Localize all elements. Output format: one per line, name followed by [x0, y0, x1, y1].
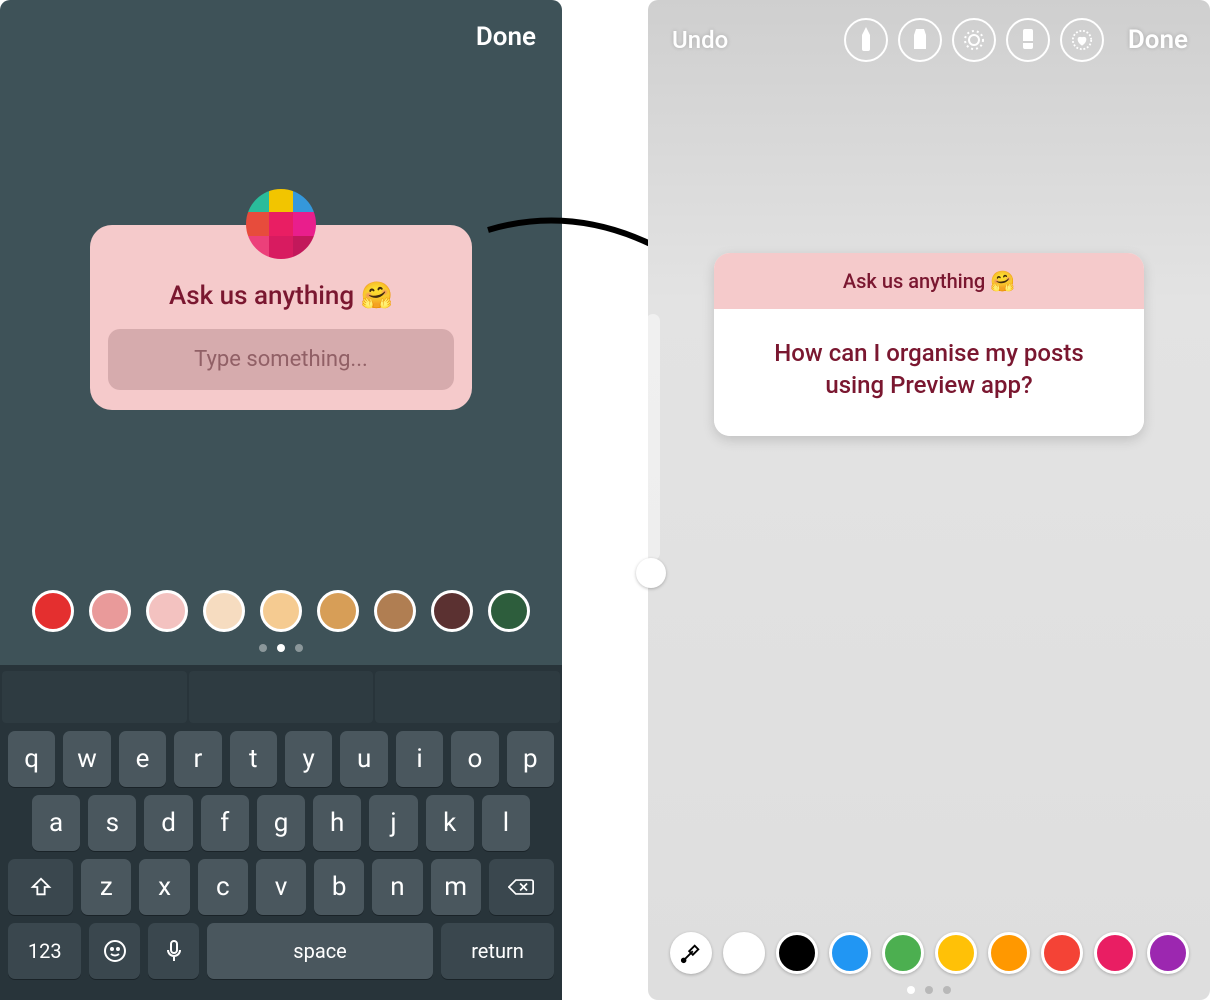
keyboard-row-3: zxcvbnm [0, 855, 562, 919]
color-swatch[interactable] [431, 590, 473, 632]
key-k[interactable]: k [426, 795, 474, 851]
color-swatch[interactable] [882, 932, 924, 974]
key-r[interactable]: r [174, 731, 221, 787]
keyboard-row-1: qwertyuiop [0, 727, 562, 791]
key-m[interactable]: m [431, 859, 481, 915]
question-sticker-edit[interactable]: Ask us anything 🤗 Type something... [90, 225, 472, 410]
backspace-key[interactable] [489, 859, 554, 915]
key-h[interactable]: h [313, 795, 361, 851]
key-i[interactable]: i [396, 731, 443, 787]
mic-key[interactable] [148, 923, 199, 979]
key-l[interactable]: l [482, 795, 530, 851]
return-key[interactable]: return [441, 923, 554, 979]
color-swatch[interactable] [935, 932, 977, 974]
color-swatch[interactable] [89, 590, 131, 632]
key-s[interactable]: s [88, 795, 136, 851]
color-swatch[interactable] [203, 590, 245, 632]
pen-tool-icon[interactable] [844, 18, 888, 62]
numbers-key[interactable]: 123 [8, 923, 81, 979]
key-j[interactable]: j [369, 795, 417, 851]
color-swatch[interactable] [32, 590, 74, 632]
key-z[interactable]: z [81, 859, 131, 915]
key-e[interactable]: e [119, 731, 166, 787]
color-swatch[interactable] [488, 590, 530, 632]
shift-key[interactable] [8, 859, 73, 915]
undo-button[interactable]: Undo [672, 26, 728, 54]
key-b[interactable]: b [314, 859, 364, 915]
question-input[interactable]: Type something... [108, 329, 454, 390]
ios-keyboard: qwertyuiop asdfghjkl zxcvbnm 123 space r… [0, 665, 562, 1000]
color-swatch[interactable] [317, 590, 359, 632]
color-swatch[interactable] [1094, 932, 1136, 974]
key-v[interactable]: v [256, 859, 306, 915]
left-header: Done [0, 0, 562, 52]
key-u[interactable]: u [340, 731, 387, 787]
color-swatch[interactable] [146, 590, 188, 632]
key-t[interactable]: t [230, 731, 277, 787]
key-p[interactable]: p [507, 731, 554, 787]
neon-tool-icon[interactable] [952, 18, 996, 62]
question-prompt: Ask us anything 🤗 [714, 253, 1144, 309]
keyboard-suggestions[interactable] [0, 671, 562, 727]
key-w[interactable]: w [63, 731, 110, 787]
right-header: Undo Done [648, 0, 1210, 62]
brush-size-handle[interactable] [636, 558, 666, 588]
color-swatch[interactable] [776, 932, 818, 974]
color-swatch[interactable] [829, 932, 871, 974]
heart-stamp-icon[interactable] [1060, 18, 1104, 62]
key-a[interactable]: a [32, 795, 80, 851]
done-button[interactable]: Done [1128, 25, 1188, 55]
question-prompt[interactable]: Ask us anything 🤗 [108, 281, 454, 311]
color-swatch[interactable] [988, 932, 1030, 974]
eraser-tool-icon[interactable] [1006, 18, 1050, 62]
color-swatch[interactable] [723, 932, 765, 974]
key-d[interactable]: d [144, 795, 192, 851]
key-f[interactable]: f [201, 795, 249, 851]
key-x[interactable]: x [139, 859, 189, 915]
question-answer: How can I organise my posts using Previe… [714, 309, 1144, 436]
key-g[interactable]: g [257, 795, 305, 851]
color-swatch[interactable] [1041, 932, 1083, 974]
story-editor-answer: Undo Done Ask us anything 🤗 How can I or… [648, 0, 1210, 1000]
keyboard-row-4: 123 space return [0, 919, 562, 983]
brush-size-track [646, 314, 660, 560]
color-swatch[interactable] [1147, 932, 1189, 974]
keyboard-row-2: asdfghjkl [0, 791, 562, 855]
profile-avatar [246, 189, 316, 259]
key-o[interactable]: o [451, 731, 498, 787]
question-response-sticker[interactable]: Ask us anything 🤗 How can I organise my … [714, 253, 1144, 436]
key-q[interactable]: q [8, 731, 55, 787]
key-c[interactable]: c [198, 859, 248, 915]
key-n[interactable]: n [372, 859, 422, 915]
color-picker-row [0, 590, 562, 632]
space-key[interactable]: space [207, 923, 433, 979]
key-y[interactable]: y [285, 731, 332, 787]
eyedropper-icon[interactable] [670, 932, 712, 974]
marker-tool-icon[interactable] [898, 18, 942, 62]
color-page-dots [648, 986, 1210, 994]
color-page-dots [0, 644, 562, 652]
emoji-key[interactable] [89, 923, 140, 979]
color-picker-row [648, 932, 1210, 974]
color-swatch[interactable] [374, 590, 416, 632]
story-editor-create: Done Ask us anything 🤗 Type something...… [0, 0, 562, 1000]
color-swatch[interactable] [260, 590, 302, 632]
done-button[interactable]: Done [476, 22, 536, 52]
